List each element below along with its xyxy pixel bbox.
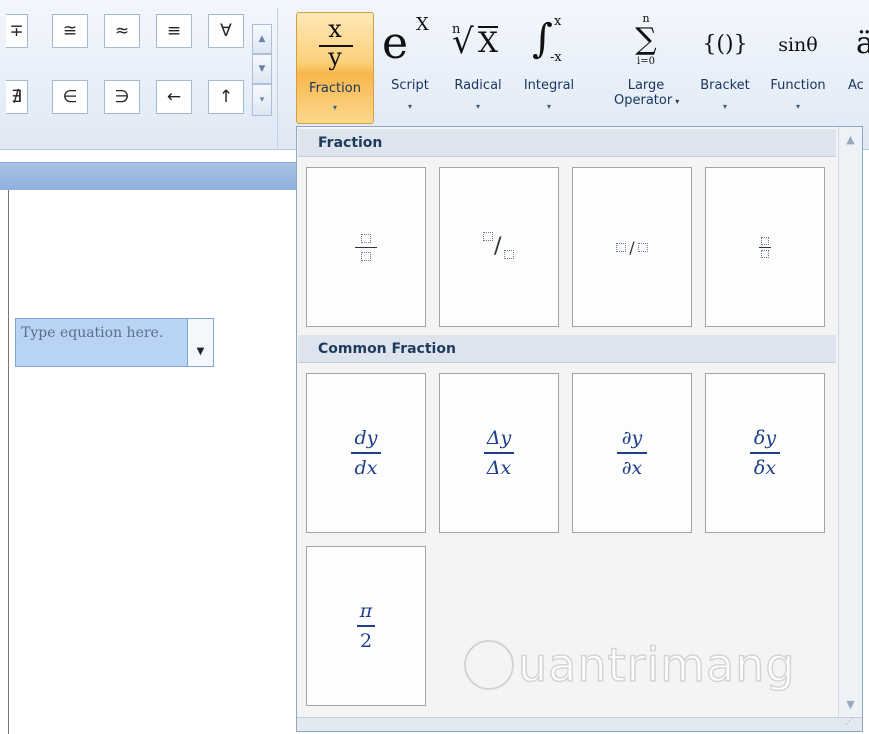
delta-y-delta-x-fraction: Δy Δx [484, 427, 514, 479]
bracket-icon: {()} [702, 32, 748, 57]
stacked-fraction-icon [355, 233, 377, 261]
symbol-left-arrow[interactable]: ← [156, 80, 192, 114]
fraction-icon: x y [297, 13, 373, 75]
fraction-pi-over-2-tile[interactable]: π2 [306, 546, 426, 706]
function-dropdown-arrow: ▾ [795, 102, 800, 111]
script-label: Script [391, 78, 429, 93]
symbol-up-arrow[interactable]: ↑ [208, 80, 244, 114]
symbols-more-button[interactable]: ▾ [252, 84, 272, 116]
accent-label: Ac [848, 78, 864, 93]
bracket-dropdown-arrow: ▾ [722, 102, 727, 111]
fraction-section-header: Fraction [298, 129, 836, 157]
common-fraction-section-header: Common Fraction [298, 335, 836, 363]
equation-options-button[interactable]: ▼ [188, 319, 213, 366]
symbols-group: ∓ ≅ ≈ ≡ ∀ ∄ ∈ ∋ ← ↑ ▲ ▼ ▾ [6, 8, 278, 148]
accent-icon: ä [856, 26, 869, 61]
script-dropdown-arrow: ▾ [407, 102, 412, 111]
fraction-skewed-tile[interactable]: / [439, 167, 559, 327]
symbol-element-of[interactable]: ∈ [52, 80, 88, 114]
symbol-approx[interactable]: ≈ [104, 14, 140, 48]
document-header-bar [0, 162, 300, 190]
watermark-logo: uantrimang [464, 630, 824, 700]
small-delta-fraction: δy δx [750, 427, 780, 479]
scroll-up-icon[interactable]: ▲ [839, 133, 862, 146]
gallery-resize-bar[interactable]: ⋰ [297, 717, 862, 731]
skewed-fraction-icon: / [479, 232, 519, 262]
radical-label: Radical [454, 78, 502, 93]
large-operator-label: Large Operator ▾ [614, 78, 680, 108]
symbol-congruent[interactable]: ≅ [52, 14, 88, 48]
function-icon: sinθ [778, 34, 818, 56]
equation-input[interactable]: Type equation here. [16, 319, 188, 366]
linear-fraction-icon: / [616, 238, 648, 257]
integral-icon: ∫ x -x [532, 14, 562, 65]
function-label: Function [770, 78, 826, 93]
fraction-small-tile[interactable] [705, 167, 825, 327]
fraction-delta-tile[interactable]: Δy Δx [439, 373, 559, 533]
pi-over-2-fraction: π2 [357, 600, 375, 652]
fraction-button[interactable]: x y Fraction ▾ [296, 12, 374, 124]
fraction-label: Fraction [309, 81, 361, 96]
script-icon: e X [382, 14, 429, 69]
scroll-down-icon[interactable]: ▼ [839, 698, 862, 711]
fraction-dropdown-arrow: ▾ [332, 103, 337, 112]
gallery-scrollbar[interactable]: ▲ ▼ [838, 127, 862, 731]
equation-placeholder[interactable]: Type equation here. ▼ [15, 318, 214, 367]
symbol-for-all[interactable]: ∀ [208, 14, 244, 48]
radical-dropdown-arrow: ▾ [475, 102, 480, 111]
radical-icon: n √ X [452, 22, 498, 62]
fraction-linear-tile[interactable]: / [572, 167, 692, 327]
sum-icon: n ∑ i=0 [635, 12, 657, 67]
symbol-identical[interactable]: ≡ [156, 14, 192, 48]
integral-dropdown-arrow: ▾ [546, 102, 551, 111]
document-margin-line [8, 190, 9, 734]
integral-label: Integral [523, 78, 575, 93]
symbol-contains[interactable]: ∋ [104, 80, 140, 114]
chevron-down-icon: ▼ [196, 346, 205, 357]
resize-grip-icon[interactable]: ⋰ [845, 717, 854, 727]
symbol-minus-plus[interactable]: ∓ [6, 14, 28, 48]
lightbulb-icon [464, 640, 514, 690]
fraction-stacked-tile[interactable] [306, 167, 426, 327]
small-fraction-icon [759, 236, 771, 258]
dy-dx-fraction: dy dx [351, 427, 381, 479]
fraction-dy-dx-tile[interactable]: dy dx [306, 373, 426, 533]
fraction-small-delta-tile[interactable]: δy δx [705, 373, 825, 533]
symbols-scroll-down-button[interactable]: ▼ [252, 54, 272, 84]
partial-y-partial-x-fraction: ∂y ∂x [617, 427, 647, 479]
bracket-label: Bracket [700, 78, 750, 93]
symbol-not-exists[interactable]: ∄ [6, 80, 28, 114]
fraction-partial-tile[interactable]: ∂y ∂x [572, 373, 692, 533]
symbols-scroll-up-button[interactable]: ▲ [252, 24, 272, 54]
